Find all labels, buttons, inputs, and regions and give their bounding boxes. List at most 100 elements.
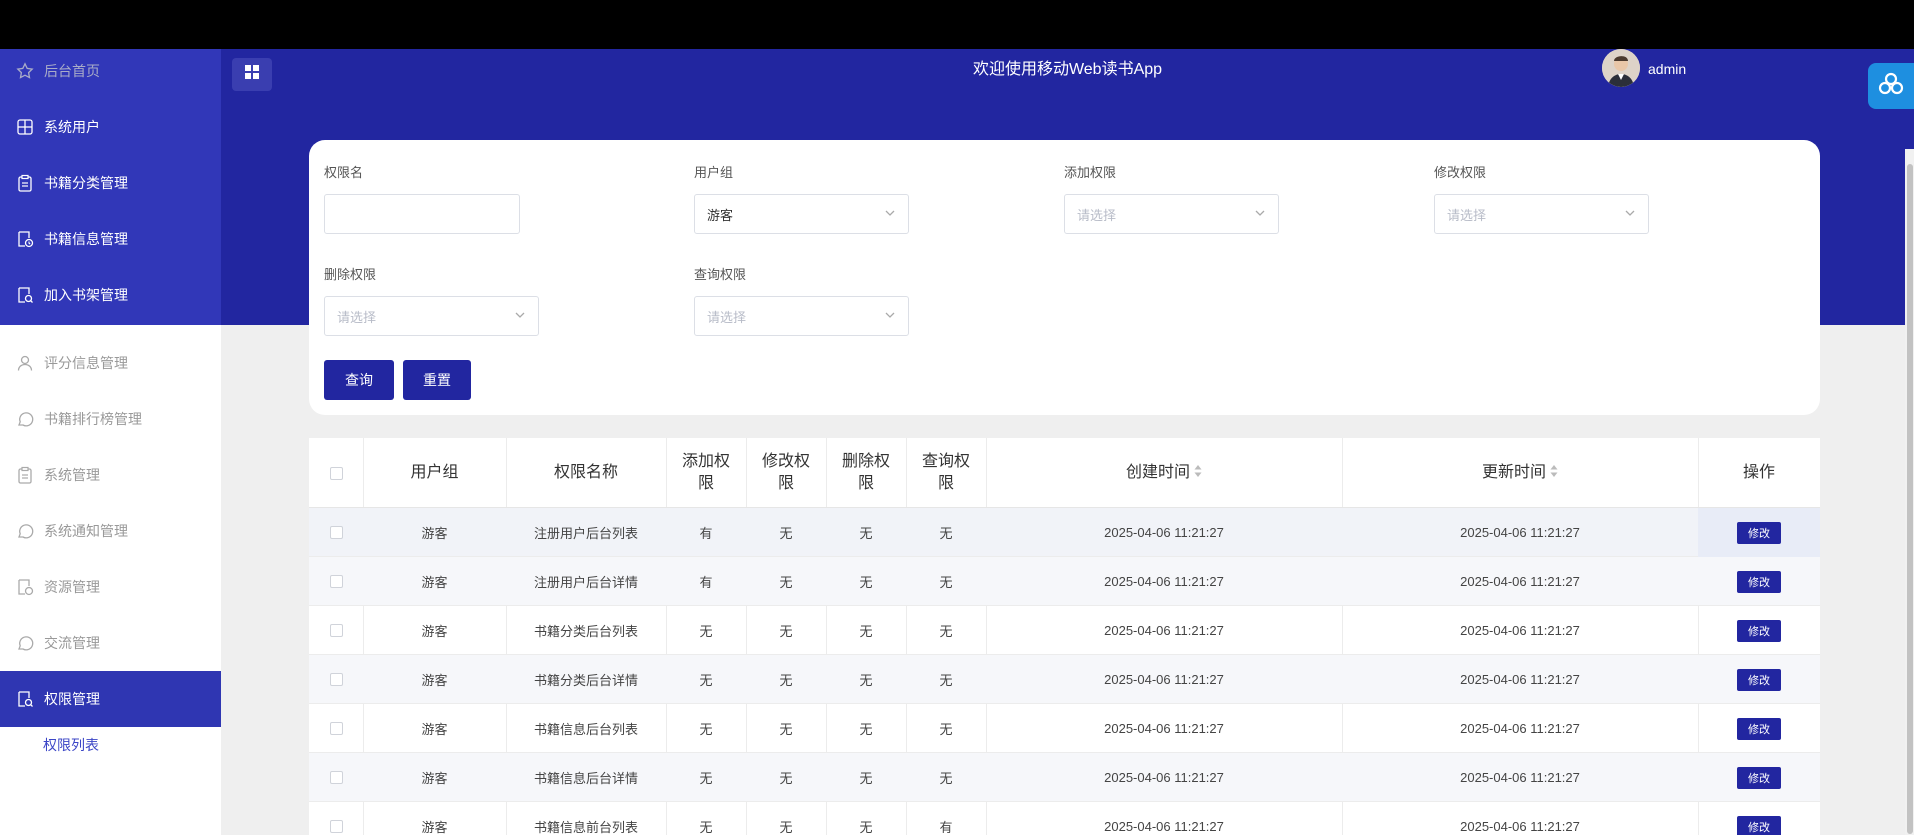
select-all-checkbox[interactable] — [329, 466, 343, 480]
cell-perm-name: 注册用户后台详情 — [533, 575, 638, 590]
cell-delete: 无 — [859, 526, 873, 541]
cell-add: 无 — [699, 771, 713, 786]
sidebar-item-rating[interactable]: 评分信息管理 — [0, 335, 221, 391]
edit-perm-select[interactable]: 请选择 — [1434, 194, 1649, 234]
query-button[interactable]: 查询 — [324, 360, 394, 400]
avatar[interactable] — [1602, 49, 1640, 87]
chevron-down-icon — [1254, 207, 1266, 222]
cell-created: 2025-04-06 11:21:27 — [1104, 721, 1224, 736]
cell-created: 2025-04-06 11:21:27 — [1104, 770, 1224, 785]
table-row: 游客 书籍分类后台详情 无 无 无 无 2025-04-06 11:21:27 … — [309, 655, 1820, 704]
cell-query: 无 — [939, 771, 953, 786]
row-checkbox[interactable] — [329, 624, 343, 637]
cell-user-group: 游客 — [421, 771, 448, 786]
menu-toggle-button[interactable] — [232, 58, 272, 91]
user-group-select[interactable]: 游客 — [694, 194, 909, 234]
table-row: 游客 注册用户后台列表 有 无 无 无 2025-04-06 11:21:27 … — [309, 508, 1820, 557]
cell-actions: 修改 — [1698, 802, 1820, 835]
sidebar-item-book-category[interactable]: 书籍分类管理 — [0, 155, 221, 211]
sidebar-item-notice[interactable]: 系统通知管理 — [0, 503, 221, 559]
admin-page: 后台首页 系统用户 书籍分类管理 书籍信息管理 加入书架管理 评分信息管理 书籍… — [0, 49, 1914, 835]
floating-helper-button[interactable] — [1868, 63, 1914, 109]
edit-button[interactable]: 修改 — [1737, 717, 1781, 740]
row-check-cell — [309, 655, 363, 704]
header-query-perm: 查询权限 — [921, 453, 970, 492]
header-perm-name: 权限名称 — [553, 464, 618, 481]
header-updated[interactable]: 更新时间 — [1342, 438, 1698, 508]
header-created-label: 创建时间 — [1125, 464, 1190, 481]
row-checkbox[interactable] — [329, 526, 343, 539]
edit-button[interactable]: 修改 — [1737, 619, 1781, 642]
sidebar-item-home[interactable]: 后台首页 — [0, 49, 221, 99]
row-check-cell — [309, 704, 363, 753]
row-checkbox[interactable] — [329, 820, 343, 833]
sidebar-item-label: 系统通知管理 — [44, 523, 128, 539]
delete-perm-placeholder: 请选择 — [337, 309, 377, 325]
sidebar-item-label: 交流管理 — [44, 635, 100, 651]
table-row: 游客 注册用户后台详情 有 无 无 无 2025-04-06 11:21:27 … — [309, 557, 1820, 606]
sidebar-item-permissions[interactable]: 权限管理 — [0, 671, 221, 727]
sidebar-item-bookshelf[interactable]: 加入书架管理 — [0, 267, 221, 323]
header-created[interactable]: 创建时间 — [986, 438, 1342, 508]
browser-top-bar — [0, 0, 1914, 49]
header-add-perm: 添加权限 — [681, 453, 730, 492]
sidebar-item-exchange[interactable]: 交流管理 — [0, 615, 221, 671]
row-checkbox[interactable] — [329, 722, 343, 735]
cell-created: 2025-04-06 11:21:27 — [1104, 672, 1224, 687]
query-perm-placeholder: 请选择 — [707, 309, 747, 325]
sort-icon[interactable] — [1550, 462, 1558, 484]
edit-button[interactable]: 修改 — [1737, 815, 1781, 835]
sidebar-item-label: 书籍信息管理 — [44, 231, 128, 247]
scrollbar-thumb[interactable] — [1907, 164, 1913, 834]
sort-icon[interactable] — [1194, 462, 1202, 484]
cell-updated: 2025-04-06 11:21:27 — [1460, 672, 1580, 687]
cell-perm-name: 注册用户后台列表 — [533, 526, 638, 541]
sidebar-item-resource[interactable]: 资源管理 — [0, 559, 221, 615]
add-perm-placeholder: 请选择 — [1077, 207, 1117, 223]
cell-perm-name: 书籍信息后台列表 — [533, 722, 638, 737]
cell-edit: 无 — [779, 526, 793, 541]
chevron-down-icon — [884, 207, 896, 222]
cell-query: 无 — [939, 624, 953, 639]
doc-clock-icon — [16, 230, 34, 248]
search-form: 权限名 用户组 游客 添加权限 请选择 修改权限 请选择 删除权限 请选择 查询… — [309, 140, 1820, 415]
add-perm-select[interactable]: 请选择 — [1064, 194, 1279, 234]
sidebar-item-book-info[interactable]: 书籍信息管理 — [0, 211, 221, 267]
cell-created: 2025-04-06 11:21:27 — [1104, 525, 1224, 540]
user-name[interactable]: admin — [1648, 61, 1686, 77]
edit-button[interactable]: 修改 — [1737, 766, 1781, 789]
delete-perm-select[interactable]: 请选择 — [324, 296, 539, 336]
cell-query: 无 — [939, 526, 953, 541]
sidebar-item-label: 权限管理 — [44, 691, 100, 707]
cell-add: 无 — [699, 624, 713, 639]
cell-edit: 无 — [779, 575, 793, 590]
cell-perm-name: 书籍信息前台列表 — [533, 820, 638, 835]
cell-delete: 无 — [859, 820, 873, 835]
cell-user-group: 游客 — [421, 624, 448, 639]
sidebar-item-system[interactable]: 系统管理 — [0, 447, 221, 503]
edit-button[interactable]: 修改 — [1737, 668, 1781, 691]
query-perm-label: 查询权限 — [694, 267, 747, 282]
cell-add: 无 — [699, 722, 713, 737]
sidebar-item-system-users[interactable]: 系统用户 — [0, 99, 221, 155]
sidebar-item-ranking[interactable]: 书籍排行榜管理 — [0, 391, 221, 447]
cell-actions: 修改 — [1698, 655, 1820, 704]
chat-icon — [16, 522, 34, 540]
edit-button[interactable]: 修改 — [1737, 570, 1781, 593]
cell-delete: 无 — [859, 673, 873, 688]
cell-user-group: 游客 — [421, 722, 448, 737]
edit-perm-label: 修改权限 — [1434, 165, 1487, 180]
cell-delete: 无 — [859, 771, 873, 786]
reset-button[interactable]: 重置 — [403, 360, 471, 400]
table-row: 游客 书籍分类后台列表 无 无 无 无 2025-04-06 11:21:27 … — [309, 606, 1820, 655]
row-checkbox[interactable] — [329, 771, 343, 784]
query-perm-select[interactable]: 请选择 — [694, 296, 909, 336]
row-checkbox[interactable] — [329, 575, 343, 588]
perm-name-input[interactable] — [324, 194, 520, 234]
edit-button[interactable]: 修改 — [1737, 521, 1781, 544]
cell-edit: 无 — [779, 624, 793, 639]
row-checkbox[interactable] — [329, 673, 343, 686]
sidebar-subitem-permission-list[interactable]: 权限列表 — [43, 735, 99, 755]
cell-edit: 无 — [779, 771, 793, 786]
row-check-cell — [309, 508, 363, 557]
